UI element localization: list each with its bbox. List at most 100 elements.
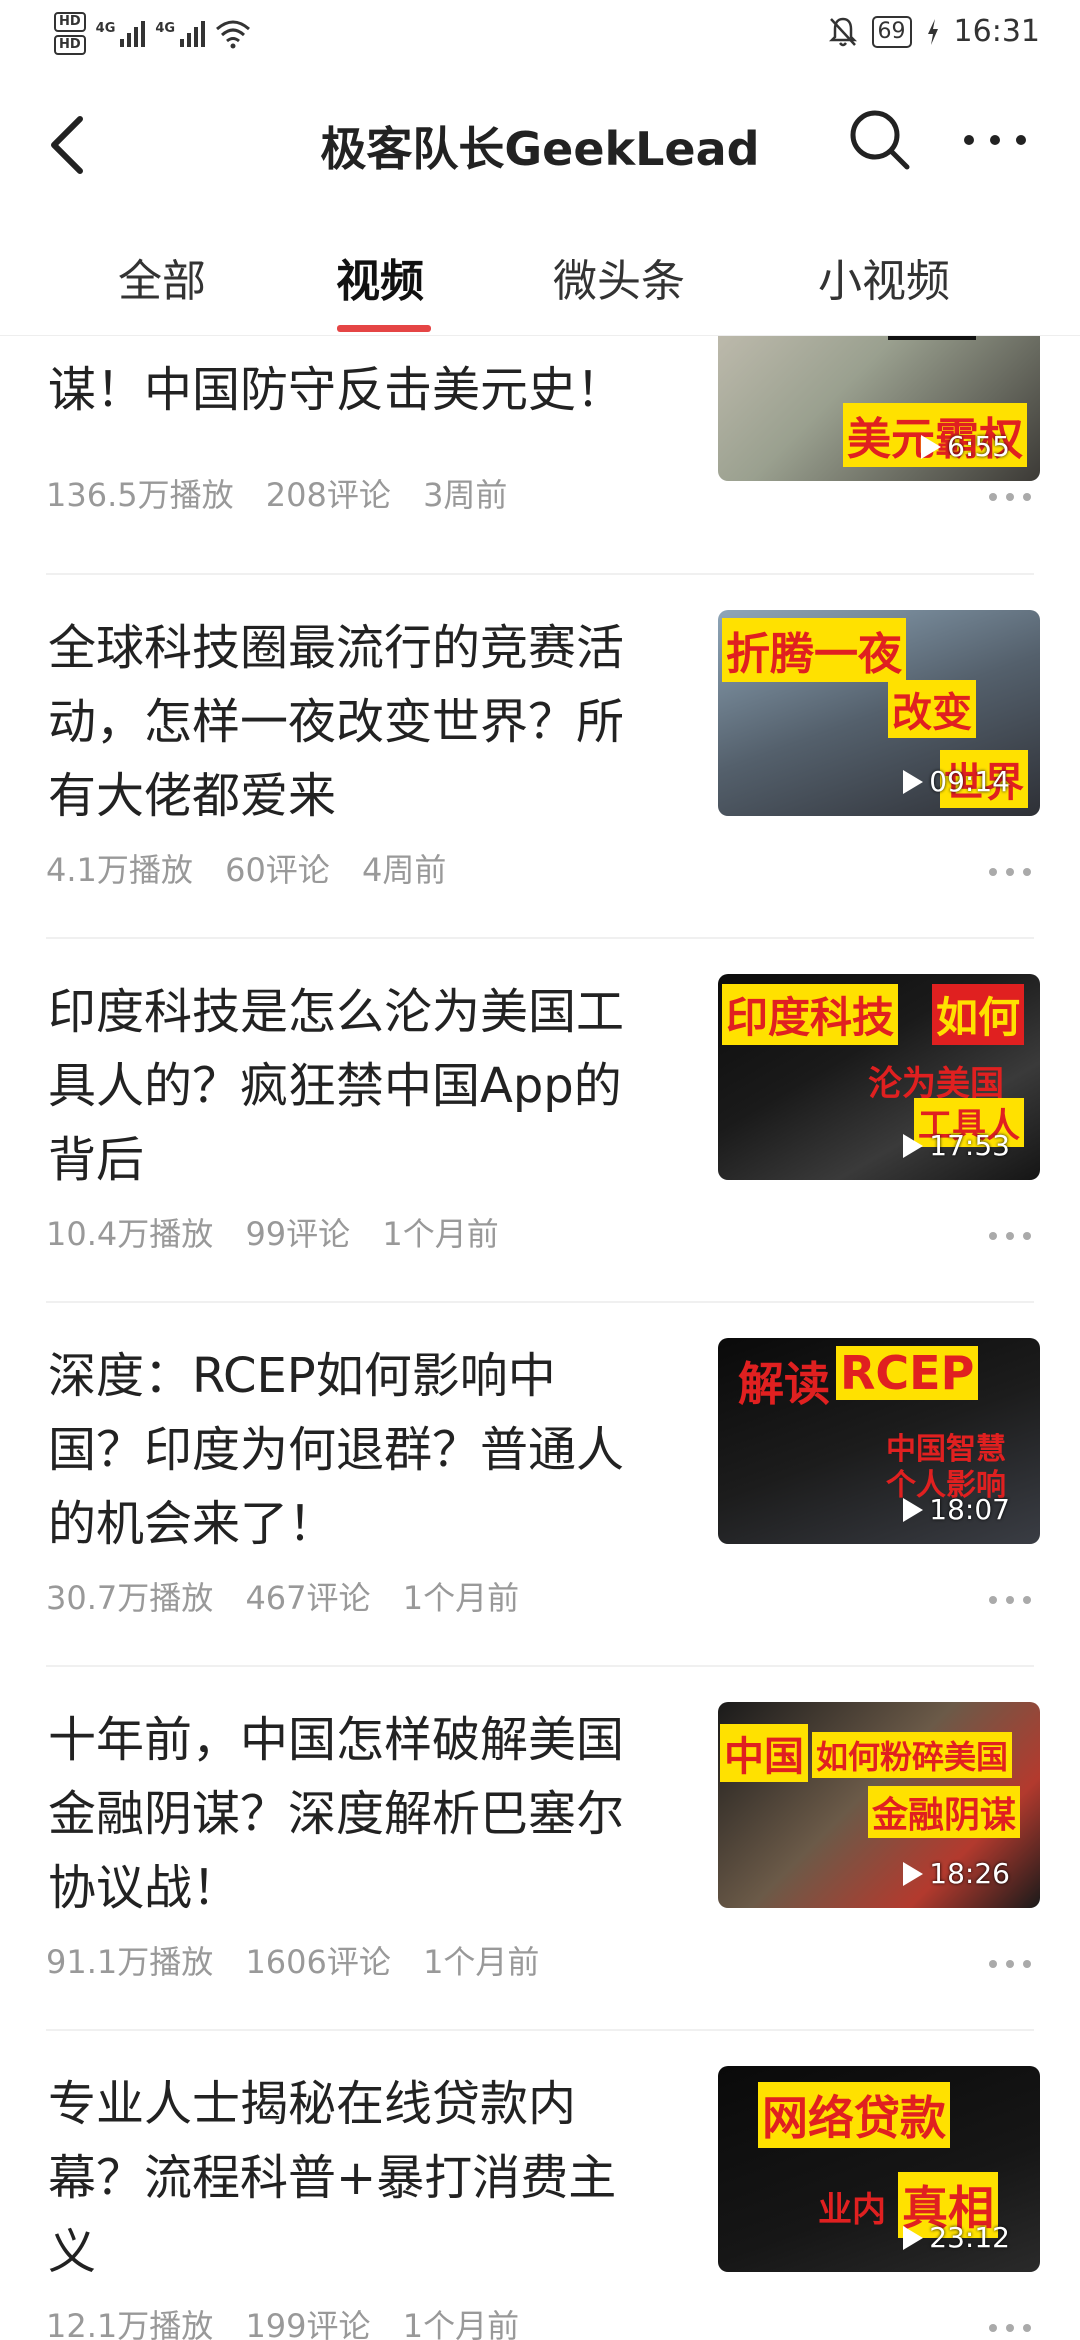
network-type: 4G (155, 20, 176, 36)
video-meta: 4.1万播放 60评论 4周前 (46, 845, 468, 891)
comment-count: 99评论 (245, 1215, 351, 1253)
more-options-icon[interactable] (985, 862, 1035, 882)
video-thumbnail[interactable]: 网络贷款 业内 真相 23:12 (718, 2066, 1040, 2272)
charging-icon (927, 18, 938, 45)
title-line: 动，怎样一夜改变世界？所 (48, 694, 625, 750)
video-meta: 136.5万播放 208评论 3周前 (46, 470, 529, 516)
search-icon[interactable] (845, 105, 915, 175)
wifi-icon (216, 20, 251, 48)
video-thumbnail[interactable]: 折腾一夜 改变 世界 09:14 (718, 610, 1040, 816)
video-title: 印度科技是怎么沦为美国工 具人的？疯狂禁中国App的 背后 (48, 975, 678, 1197)
battery-indicator: 69 (871, 15, 912, 48)
tab-micro-headline[interactable]: 微头条 (553, 245, 685, 309)
video-thumbnail[interactable]: 印度科技 如何 沦为美国 工具人 17:53 (718, 974, 1040, 1180)
play-icon (903, 1133, 924, 1158)
thumbnail-caption: 中国 (720, 1724, 808, 1782)
tab-bar: 全部 视频 微头条 小视频 (0, 205, 1080, 336)
video-feed[interactable]: 谋！中国防守反击美元史！ 136.5万播放 208评论 3周前 粉碎 美元霸权 … (0, 335, 1080, 2340)
video-title: 谋！中国防守反击美元史！ (48, 353, 678, 427)
view-count: 10.4万播放 (46, 1215, 214, 1253)
tab-video[interactable]: 视频 (336, 245, 424, 309)
view-count: 4.1万播放 (46, 851, 193, 889)
video-thumbnail[interactable]: 中国 如何粉碎美国 金融阴谋 18:26 (718, 1702, 1040, 1908)
thumbnail-caption: RCEP (836, 1346, 979, 1400)
more-icon[interactable] (955, 115, 1035, 165)
video-meta: 10.4万播放 99评论 1个月前 (46, 1209, 521, 1255)
title-line: 谋！中国防守反击美元史！ (48, 362, 625, 418)
thumbnail-caption: 网络贷款 (758, 2082, 950, 2148)
post-time: 1个月前 (423, 1943, 540, 1981)
video-thumbnail[interactable]: 粉碎 美元霸权 6:55 (718, 335, 1040, 481)
list-item[interactable]: 深度：RCEP如何影响中 国？印度为何退群？普通人 的机会来了！ 30.7万播放… (0, 1303, 1080, 1667)
title-line: 的机会来了！ (48, 1496, 337, 1552)
hd-badge: HD (54, 12, 86, 32)
title-line: 义 (48, 2224, 97, 2280)
post-time: 4周前 (361, 851, 447, 889)
network-type: 4G (95, 20, 116, 36)
tab-all[interactable]: 全部 (118, 245, 206, 309)
play-icon (903, 769, 924, 794)
title-line: 背后 (48, 1132, 145, 1188)
play-icon (903, 1861, 924, 1886)
more-options-icon[interactable] (985, 2318, 1035, 2338)
video-thumbnail[interactable]: 解读 RCEP 中国智慧 个人影响 18:07 (718, 1338, 1040, 1544)
title-line: 金融阴谋？深度解析巴塞尔 (48, 1786, 625, 1842)
mute-bell-icon (828, 17, 857, 46)
list-item[interactable]: 十年前，中国怎样破解美国 金融阴谋？深度解析巴塞尔 协议战！ 91.1万播放 1… (0, 1667, 1080, 2031)
play-icon (921, 434, 942, 459)
thumbnail-caption: 解读 (738, 1357, 830, 1411)
thumbnail-caption: 如何 (932, 984, 1025, 1045)
video-title: 十年前，中国怎样破解美国 金融阴谋？深度解析巴塞尔 协议战！ (48, 1703, 678, 1925)
post-time: 1个月前 (402, 1579, 520, 1617)
title-line: 具人的？疯狂禁中国App的 (48, 1058, 622, 1114)
more-options-icon[interactable] (985, 1954, 1035, 1974)
clock: 16:31 (953, 14, 1040, 49)
video-duration: 6:55 (921, 430, 1010, 463)
post-time: 3周前 (423, 476, 508, 514)
video-duration: 18:26 (903, 1857, 1010, 1890)
more-options-icon[interactable] (985, 1226, 1035, 1246)
title-line: 十年前，中国怎样破解美国 (48, 1712, 625, 1768)
view-count: 30.7万播放 (46, 1579, 214, 1617)
thumbnail-caption: 改变 (888, 680, 976, 738)
thumbnail-caption: 印度科技 (722, 984, 899, 1045)
thumbnail-caption: 业内 (818, 2190, 886, 2230)
title-line: 有大佬都爱来 (48, 768, 337, 824)
list-item[interactable]: 印度科技是怎么沦为美国工 具人的？疯狂禁中国App的 背后 10.4万播放 99… (0, 939, 1080, 1303)
comment-count: 60评论 (225, 851, 330, 889)
video-title: 全球科技圈最流行的竞赛活 动，怎样一夜改变世界？所 有大佬都爱来 (48, 611, 678, 833)
video-title: 专业人士揭秘在线贷款内 幕？流程科普+暴打消费主 义 (48, 2067, 678, 2289)
view-count: 136.5万播放 (46, 476, 234, 514)
page-title: 极客队长GeekLead (320, 122, 760, 176)
title-line: 全球科技圈最流行的竞赛活 (48, 620, 625, 676)
video-meta: 30.7万播放 467评论 1个月前 (46, 1573, 541, 1619)
video-duration: 17:53 (903, 1129, 1010, 1162)
video-duration: 09:14 (903, 765, 1010, 798)
video-title: 深度：RCEP如何影响中 国？印度为何退群？普通人 的机会来了！ (48, 1339, 678, 1561)
thumbnail-caption: 金融阴谋 (868, 1786, 1021, 1838)
tab-short-video[interactable]: 小视频 (818, 245, 950, 309)
signal-icon: 4G (95, 20, 146, 47)
comment-count: 1606评论 (245, 1943, 391, 1981)
app-header: 极客队长GeekLead (0, 75, 1080, 205)
signal-icon: 4G (155, 20, 206, 47)
play-icon (903, 2225, 924, 2250)
more-options-icon[interactable] (985, 1590, 1035, 1610)
comment-count: 199评论 (245, 2307, 371, 2340)
list-item[interactable]: 谋！中国防守反击美元史！ 136.5万播放 208评论 3周前 粉碎 美元霸权 … (0, 335, 1080, 575)
comment-count: 467评论 (245, 1579, 371, 1617)
title-line: 印度科技是怎么沦为美国工 (48, 984, 625, 1040)
play-icon (903, 1497, 924, 1522)
title-line: 协议战！ (48, 1860, 241, 1916)
title-line: 幕？流程科普+暴打消费主 (48, 2150, 617, 2206)
video-duration: 23:12 (903, 2221, 1010, 2254)
list-item[interactable]: 全球科技圈最流行的竞赛活 动，怎样一夜改变世界？所 有大佬都爱来 4.1万播放 … (0, 575, 1080, 939)
more-options-icon[interactable] (985, 487, 1035, 507)
video-meta: 12.1万播放 199评论 1个月前 (46, 2301, 541, 2340)
video-duration: 18:07 (903, 1493, 1010, 1526)
video-meta: 91.1万播放 1606评论 1个月前 (46, 1937, 561, 1983)
hd-indicator: HD HD (54, 12, 86, 55)
hd-badge: HD (54, 35, 86, 55)
title-line: 深度：RCEP如何影响中 (48, 1348, 556, 1404)
list-item[interactable]: 专业人士揭秘在线贷款内 幕？流程科普+暴打消费主 义 12.1万播放 199评论… (0, 2031, 1080, 2340)
